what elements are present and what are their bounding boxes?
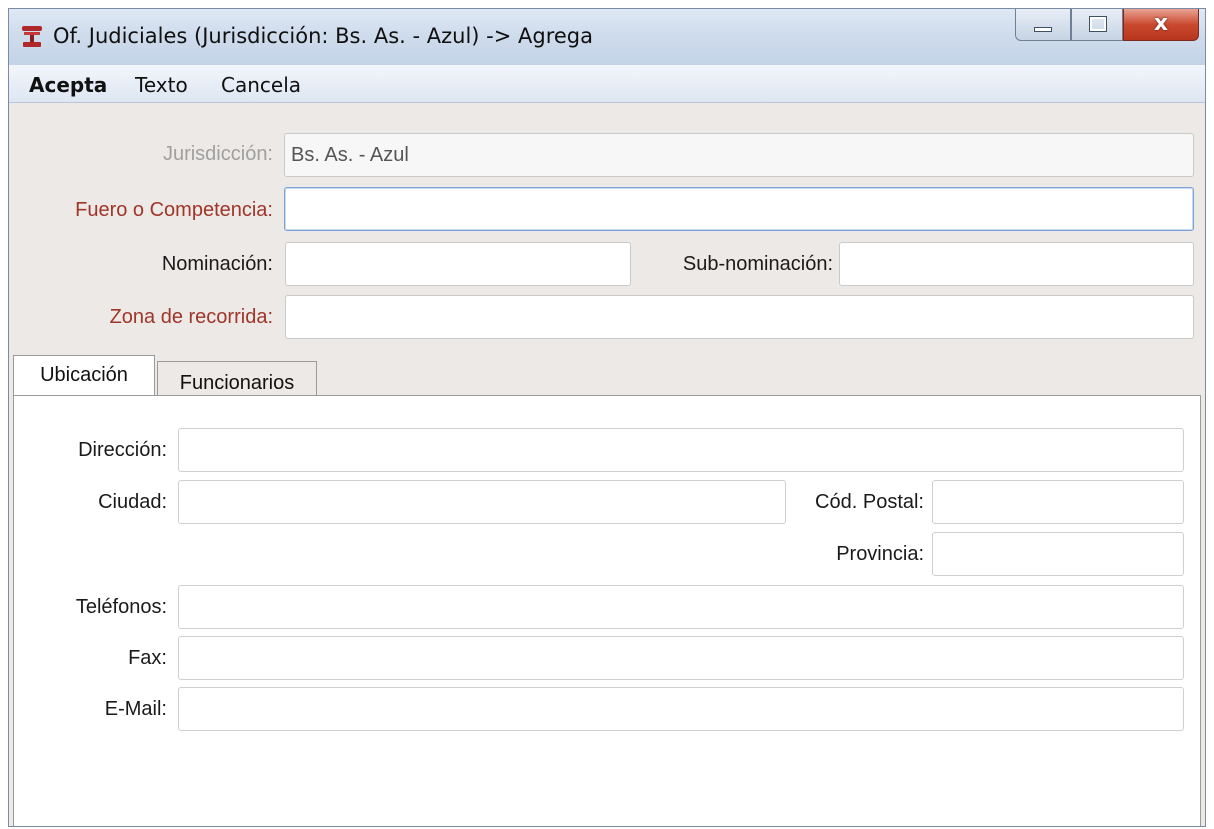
form-area: Jurisdicción: Fuero o Competencia: Nomin… [9, 103, 1205, 826]
nominacion-field[interactable] [285, 242, 631, 286]
ciudad-label: Ciudad: [98, 491, 167, 513]
fuero-competencia-label: Fuero o Competencia: [75, 199, 273, 221]
jurisdiccion-field[interactable] [284, 133, 1194, 177]
zona-recorrida-label: Zona de recorrida: [109, 306, 273, 328]
telefonos-label: Teléfonos: [75, 596, 167, 618]
minimize-button[interactable] [1015, 9, 1071, 41]
close-icon: x [1153, 11, 1169, 36]
jurisdiccion-label: Jurisdicción: [162, 143, 273, 165]
dialog-window: Of. Judiciales (Jurisdicción: Bs. As. - … [8, 8, 1206, 827]
maximize-button[interactable] [1071, 9, 1123, 41]
nominacion-label: Nominación: [161, 253, 273, 275]
ciudad-field[interactable] [178, 480, 786, 524]
menu-acepta[interactable]: Acepta [29, 73, 107, 97]
fax-field[interactable] [178, 636, 1184, 680]
cod-postal-field[interactable] [932, 480, 1184, 524]
direccion-field[interactable] [178, 428, 1184, 472]
menu-cancela[interactable]: Cancela [221, 73, 301, 97]
email-field[interactable] [178, 687, 1184, 731]
menu-texto[interactable]: Texto [135, 73, 188, 97]
sub-nominacion-field[interactable] [839, 242, 1194, 286]
provincia-field[interactable] [932, 532, 1184, 576]
cod-postal-label: Cód. Postal: [815, 491, 924, 513]
fax-label: Fax: [128, 647, 167, 669]
window-title: Of. Judiciales (Jurisdicción: Bs. As. - … [53, 24, 593, 48]
close-button[interactable]: x [1123, 9, 1199, 41]
title-bar[interactable]: Of. Judiciales (Jurisdicción: Bs. As. - … [9, 9, 1205, 65]
direccion-label: Dirección: [78, 439, 167, 461]
provincia-label: Provincia: [836, 543, 924, 565]
fuero-competencia-field[interactable] [284, 187, 1194, 231]
email-label: E-Mail: [104, 698, 167, 720]
telefonos-field[interactable] [178, 585, 1184, 629]
minimize-icon [1034, 27, 1052, 32]
sub-nominacion-label: Sub-nominación: [682, 253, 833, 275]
zona-recorrida-field[interactable] [285, 295, 1194, 339]
gavel-icon [22, 26, 42, 47]
menu-bar: Acepta Texto Cancela [9, 65, 1205, 103]
maximize-icon [1089, 16, 1107, 32]
tab-funcionarios[interactable]: Funcionarios [157, 361, 317, 397]
ubicacion-panel: Dirección: Ciudad: Cód. Postal: Provinci… [13, 395, 1201, 826]
